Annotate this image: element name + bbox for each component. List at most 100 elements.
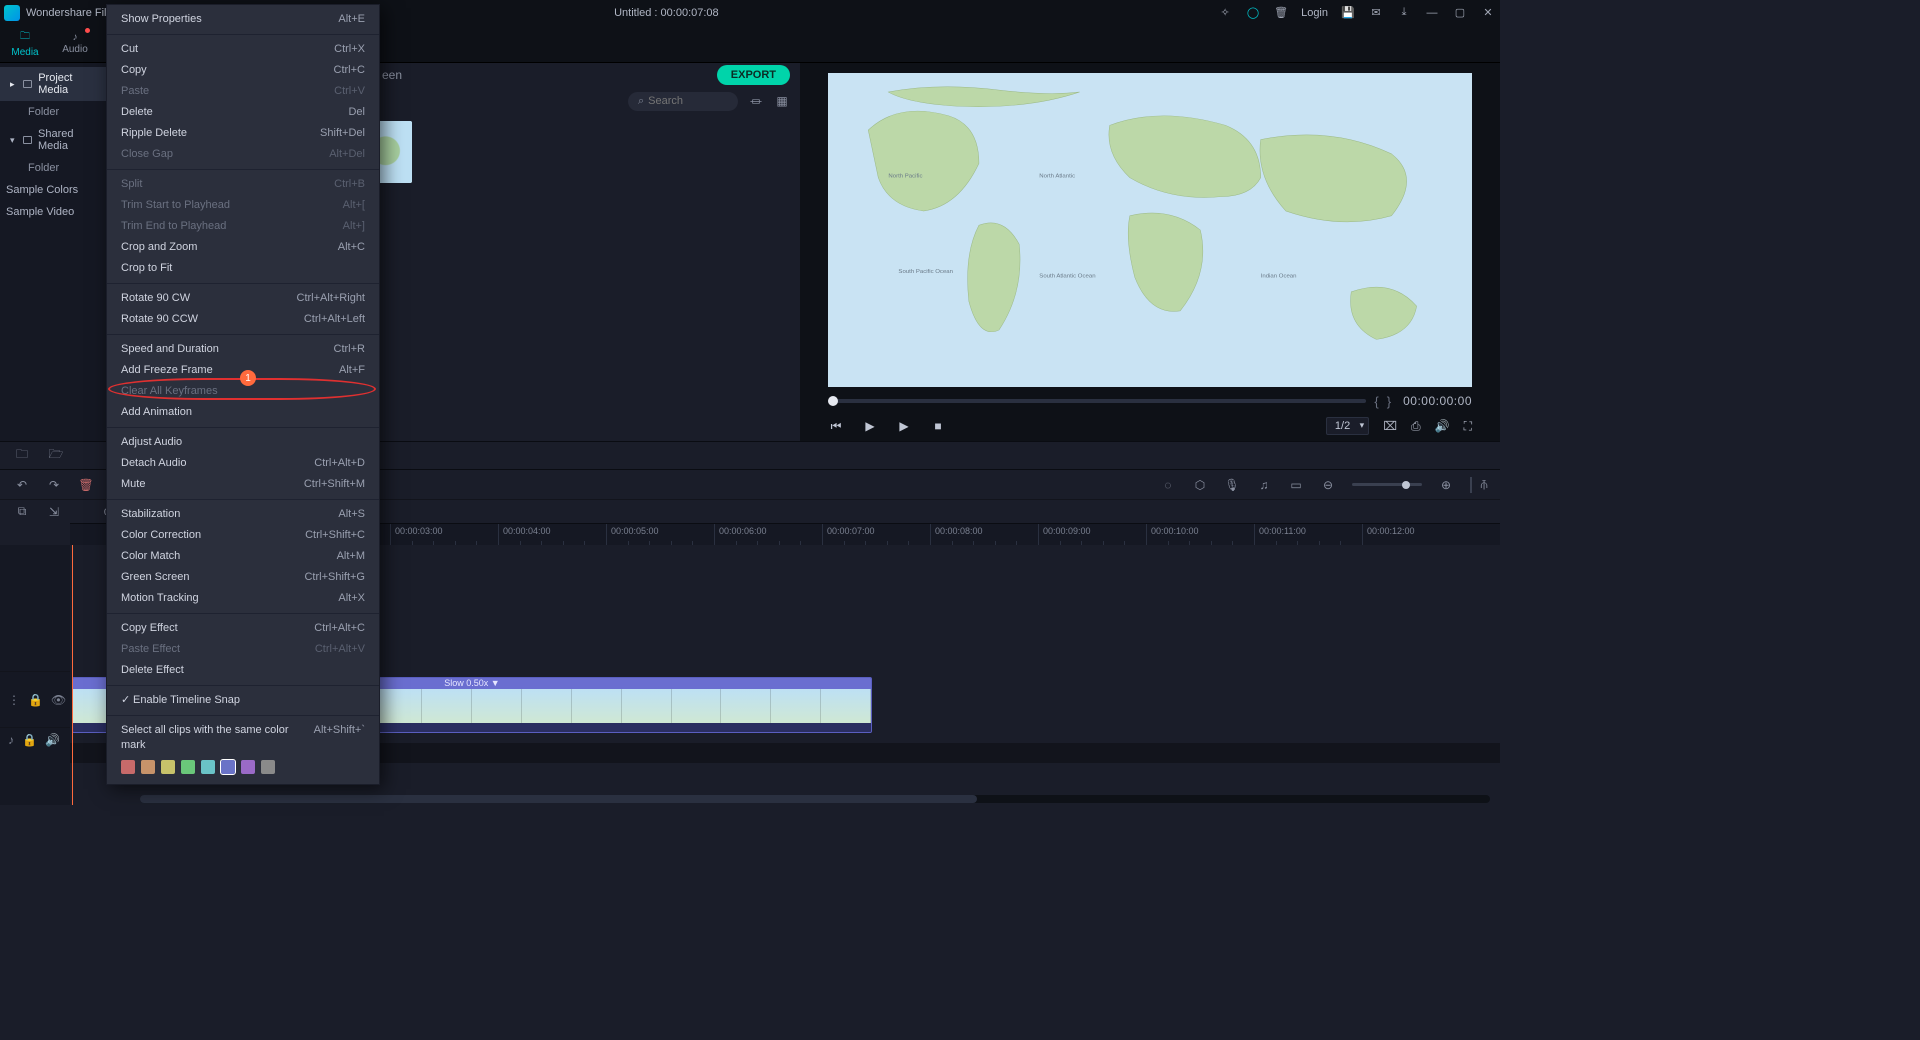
context-menu-item[interactable]: Add Animation xyxy=(107,402,379,423)
zoom-fit-icon[interactable]: ⫚ xyxy=(1470,477,1486,493)
mark-out-icon[interactable]: } xyxy=(1387,394,1391,409)
timeline-playhead[interactable] xyxy=(72,545,73,805)
color-swatch[interactable] xyxy=(121,760,135,774)
track-gutter: ⋮ 🔒 👁 ♪ 🔒 🔊 xyxy=(0,545,70,805)
sidebar-item-shared-media[interactable]: ▾ Shared Media xyxy=(0,123,106,157)
sidebar-item-project-media[interactable]: ▸Project Media xyxy=(0,67,106,101)
context-menu-item[interactable]: DeleteDel xyxy=(107,102,379,123)
preview-canvas[interactable]: South Pacific Ocean South Atlantic Ocean… xyxy=(828,73,1472,387)
context-menu-item[interactable]: Crop to Fit xyxy=(107,258,379,279)
color-swatch[interactable] xyxy=(181,760,195,774)
context-menu-item[interactable]: Color CorrectionCtrl+Shift+C xyxy=(107,525,379,546)
mark-in-icon[interactable]: { xyxy=(1374,394,1378,409)
sidebar-item-folder[interactable]: Folder xyxy=(0,101,106,123)
paste-clip-icon[interactable]: ⇲ xyxy=(46,504,62,520)
copy-clip-icon[interactable]: ⧉ xyxy=(14,504,30,520)
crop-icon[interactable]: ▭ xyxy=(1288,477,1304,493)
sidebar-item-sample-colors[interactable]: Sample Colors xyxy=(0,179,106,201)
render-icon[interactable]: ◌ xyxy=(1160,477,1176,493)
snapshot-icon[interactable]: ⎙ xyxy=(1411,419,1421,434)
grid-view-icon[interactable]: ▦ xyxy=(774,93,790,109)
context-menu-item[interactable]: Delete Effect xyxy=(107,660,379,681)
search-input-field[interactable] xyxy=(648,95,718,107)
zoom-slider-handle[interactable] xyxy=(1402,481,1410,489)
window-minimize[interactable]: — xyxy=(1424,5,1440,21)
support-icon[interactable]: ◯ xyxy=(1245,5,1261,21)
chevron-down-icon: ▾ xyxy=(10,135,17,146)
marker-icon[interactable]: ⬡ xyxy=(1192,477,1208,493)
save-icon[interactable]: 💾 xyxy=(1340,5,1356,21)
undo-icon[interactable]: ↶ xyxy=(14,477,30,493)
zoom-out-icon[interactable]: ⊖ xyxy=(1320,477,1336,493)
preview-quality-select[interactable]: 1/2 xyxy=(1326,417,1369,435)
scrub-slider[interactable] xyxy=(828,399,1366,403)
window-maximize[interactable]: ▢ xyxy=(1452,5,1468,21)
audio-mixer-icon[interactable]: ♫ xyxy=(1256,477,1272,493)
color-swatch[interactable] xyxy=(241,760,255,774)
voiceover-icon[interactable]: 🎙 xyxy=(1224,477,1240,493)
save-project-icon[interactable]: 🗁 xyxy=(48,448,64,464)
window-close[interactable]: ✕ xyxy=(1480,5,1496,21)
context-menu-item[interactable]: Detach AudioCtrl+Alt+D xyxy=(107,453,379,474)
context-menu-item[interactable]: Show PropertiesAlt+E xyxy=(107,9,379,30)
context-menu-item[interactable]: Adjust Audio xyxy=(107,432,379,453)
mail-icon[interactable]: ✉ xyxy=(1368,5,1384,21)
next-frame-button[interactable]: ▶ xyxy=(896,418,912,434)
fullscreen-icon[interactable]: ⛶ xyxy=(1464,419,1472,434)
context-menu-item[interactable]: Crop and ZoomAlt+C xyxy=(107,237,379,258)
volume-icon[interactable]: 🔊 xyxy=(1435,419,1450,433)
horizontal-scrollbar[interactable] xyxy=(140,795,1490,803)
context-menu-item[interactable]: Color MatchAlt+M xyxy=(107,546,379,567)
lock-icon[interactable]: 🔒 xyxy=(28,693,43,707)
mode-tab-audio[interactable]: ♪ Audio xyxy=(50,25,100,62)
volume-icon[interactable]: 🔊 xyxy=(45,733,60,747)
context-menu-item[interactable]: CopyCtrl+C xyxy=(107,60,379,81)
download-icon[interactable]: ⤓ xyxy=(1396,5,1412,21)
lock-icon[interactable]: 🔒 xyxy=(22,733,37,747)
context-menu-item[interactable]: CutCtrl+X xyxy=(107,39,379,60)
color-swatch[interactable] xyxy=(261,760,275,774)
context-menu-item[interactable]: ✓Enable Timeline Snap xyxy=(107,690,379,711)
color-swatch[interactable] xyxy=(141,760,155,774)
context-menu-item[interactable]: Rotate 90 CCWCtrl+Alt+Left xyxy=(107,309,379,330)
context-menu-item[interactable]: Rotate 90 CWCtrl+Alt+Right xyxy=(107,288,379,309)
context-menu-item[interactable]: MuteCtrl+Shift+M xyxy=(107,474,379,495)
context-menu-item[interactable]: Green ScreenCtrl+Shift+G xyxy=(107,567,379,588)
mode-tab-media[interactable]: 🗀 Media xyxy=(0,25,50,62)
context-menu-item[interactable]: Select all clips with the same color mar… xyxy=(107,720,379,756)
audio-track-header[interactable]: ♪ 🔒 🔊 xyxy=(0,727,70,751)
play-button[interactable]: ▶ xyxy=(862,418,878,434)
sidebar-item-label: Shared Media xyxy=(38,128,98,152)
scrub-handle[interactable] xyxy=(828,396,838,406)
export-button[interactable]: EXPORT xyxy=(717,65,790,85)
gift-icon[interactable]: 🗑 xyxy=(1273,5,1289,21)
color-swatch[interactable] xyxy=(221,760,235,774)
sidebar-item-sample-video[interactable]: Sample Video xyxy=(0,201,106,223)
zoom-in-icon[interactable]: ⊕ xyxy=(1438,477,1454,493)
display-icon[interactable]: ⌧ xyxy=(1383,419,1397,433)
tips-icon[interactable]: ✧ xyxy=(1217,5,1233,21)
delete-icon[interactable]: 🗑 xyxy=(78,477,94,493)
video-track-header[interactable]: ⋮ 🔒 👁 xyxy=(0,671,70,727)
stop-button[interactable]: ■ xyxy=(930,418,946,434)
ruler-tick: 00:00:12:00 xyxy=(1362,524,1415,545)
search-input[interactable]: ⌕ xyxy=(628,92,738,111)
zoom-slider[interactable] xyxy=(1352,483,1422,486)
eye-icon[interactable]: 👁 xyxy=(51,693,66,707)
context-menu-item[interactable]: Speed and DurationCtrl+R xyxy=(107,339,379,360)
track-menu-icon[interactable]: ⋮ xyxy=(8,693,20,707)
context-menu-item[interactable]: Ripple DeleteShift+Del xyxy=(107,123,379,144)
open-folder-icon[interactable]: 🗀 xyxy=(14,448,30,464)
search-icon: ⌕ xyxy=(638,95,644,108)
prev-frame-button[interactable]: ⏮ xyxy=(828,418,844,434)
sidebar-item-folder2[interactable]: Folder xyxy=(0,157,106,179)
login-link[interactable]: Login xyxy=(1301,7,1328,19)
filter-icon[interactable]: ⏛ xyxy=(748,93,764,109)
redo-icon[interactable]: ↷ xyxy=(46,477,62,493)
color-swatch[interactable] xyxy=(201,760,215,774)
context-menu-item[interactable]: Copy EffectCtrl+Alt+C xyxy=(107,618,379,639)
scrollbar-thumb[interactable] xyxy=(140,795,977,803)
color-swatch[interactable] xyxy=(161,760,175,774)
context-menu-item[interactable]: StabilizationAlt+S xyxy=(107,504,379,525)
context-menu-item[interactable]: Motion TrackingAlt+X xyxy=(107,588,379,609)
